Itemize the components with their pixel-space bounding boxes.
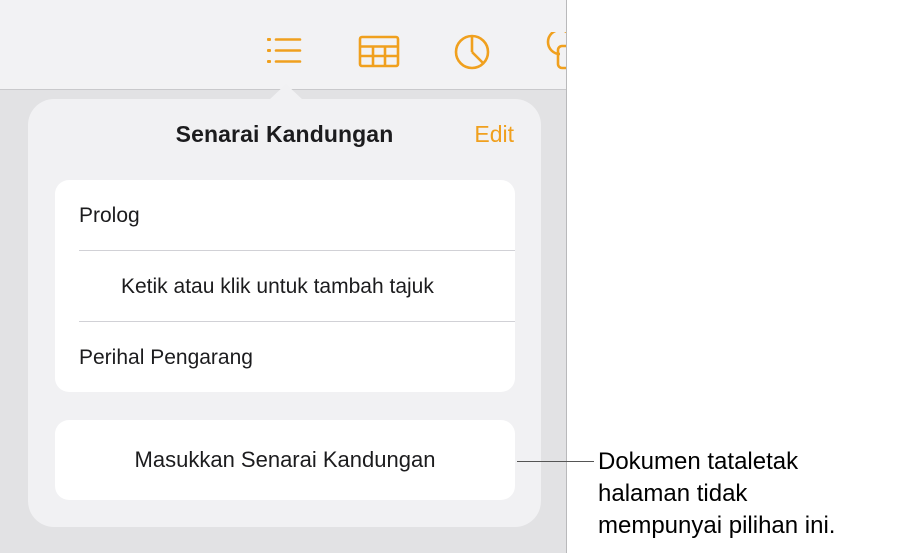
- callout-line-2: halaman tidak: [598, 480, 748, 507]
- toc-item-placeholder[interactable]: Ketik atau klik untuk tambah tajuk: [79, 251, 515, 322]
- insert-toc-button[interactable]: Masukkan Senarai Kandungan: [55, 420, 515, 500]
- table-icon[interactable]: [358, 32, 400, 72]
- callout-text: Dokumen tataletak halaman tidak mempunya…: [598, 446, 893, 542]
- popover-title: Senarai Kandungan: [175, 121, 394, 147]
- toolbar: [0, 0, 566, 90]
- app-screen: Senarai Kandungan Edit Prolog Ketik atau…: [0, 0, 567, 553]
- list-icon[interactable]: [264, 32, 304, 72]
- toc-list: Prolog Ketik atau klik untuk tambah taju…: [55, 180, 515, 392]
- figure: Senarai Kandungan Edit Prolog Ketik atau…: [0, 0, 897, 553]
- shape-icon[interactable]: [542, 32, 566, 72]
- toc-item-author[interactable]: Perihal Pengarang: [79, 322, 515, 392]
- callout-line-3: mempunyai pilihan ini.: [598, 512, 836, 539]
- toc-popover: Senarai Kandungan Edit Prolog Ketik atau…: [28, 99, 541, 527]
- toc-item-prolog[interactable]: Prolog: [79, 180, 515, 251]
- popover-arrow: [269, 84, 303, 100]
- edit-button[interactable]: Edit: [474, 121, 514, 148]
- callout-line-1: Dokumen tataletak: [598, 448, 799, 475]
- callout-line: [517, 461, 594, 462]
- chart-icon[interactable]: [452, 32, 492, 72]
